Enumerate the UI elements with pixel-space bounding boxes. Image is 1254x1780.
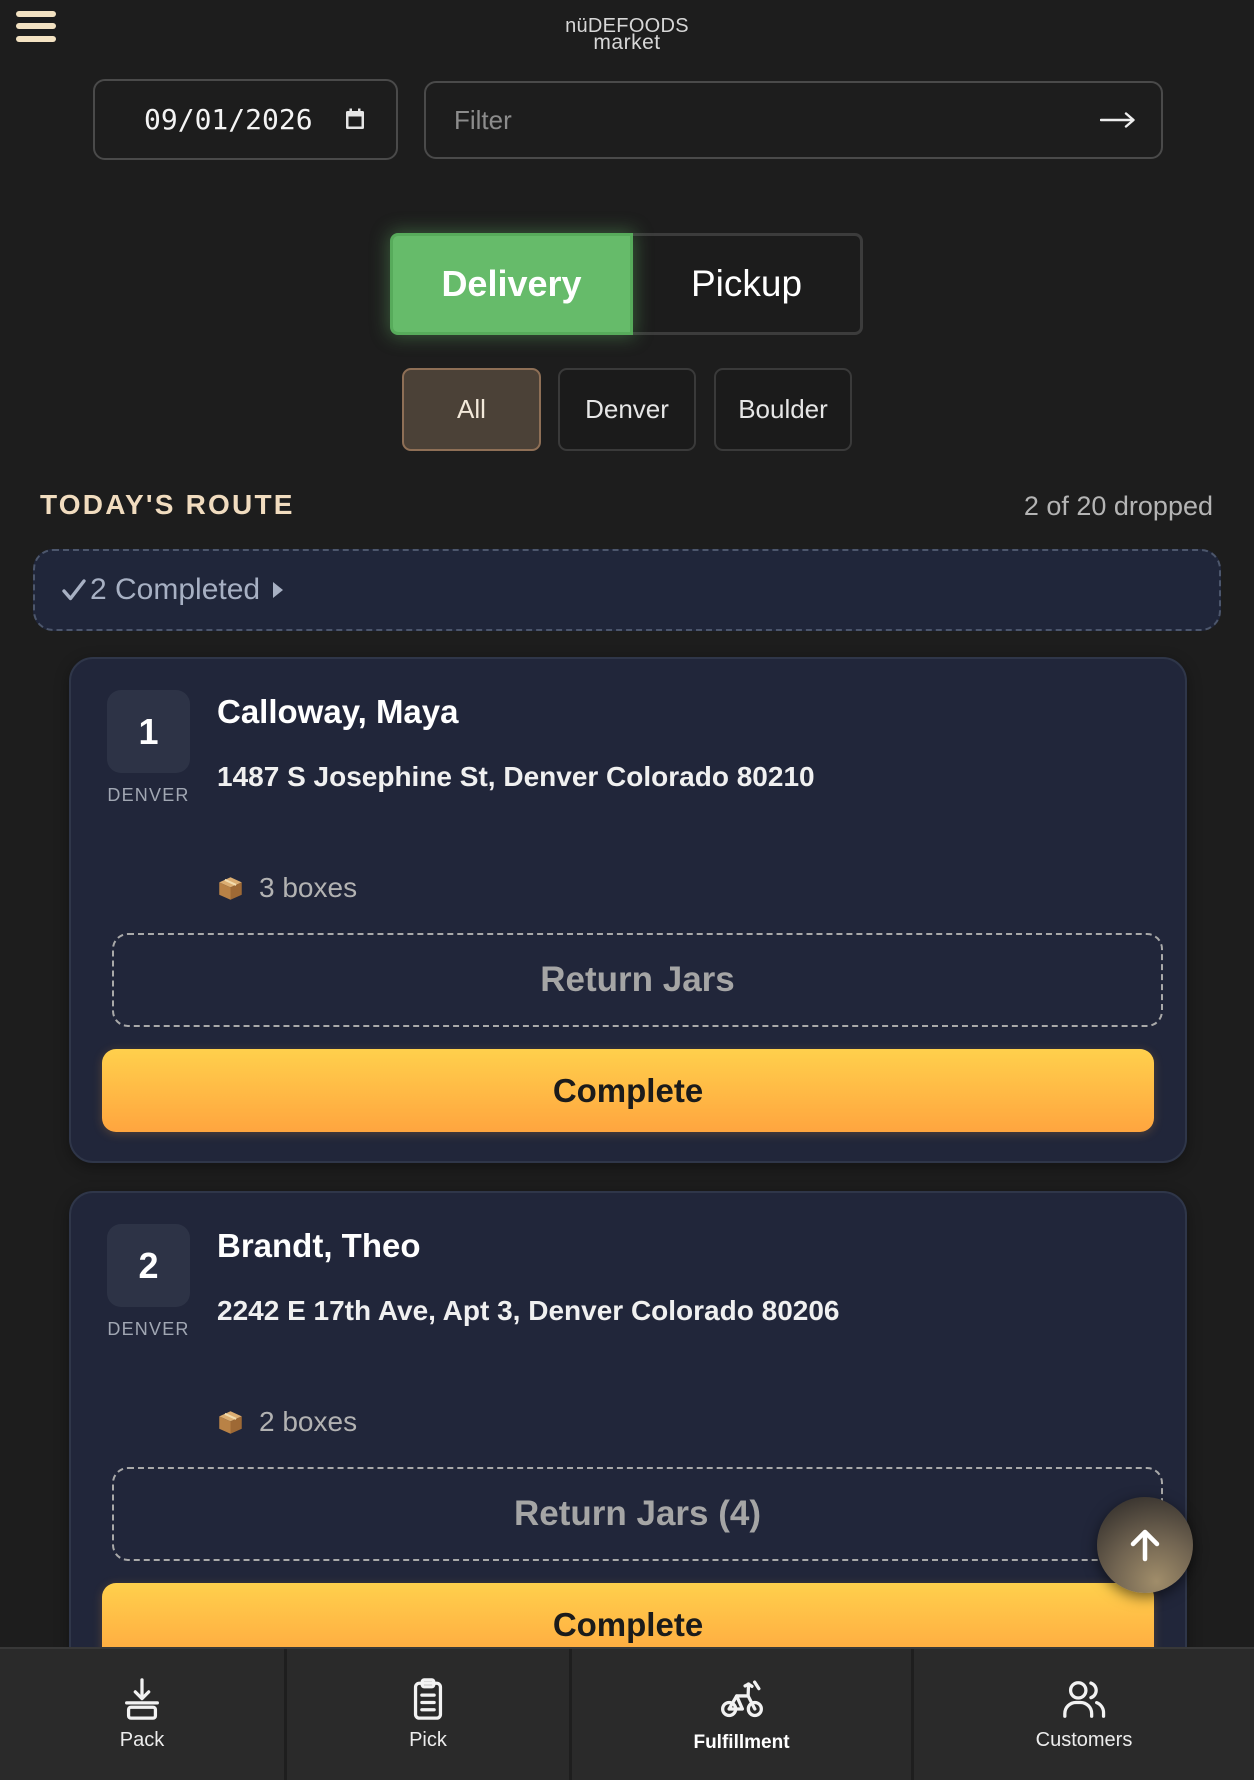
caret-right-icon [273,582,284,598]
calendar-icon [346,108,364,129]
check-icon [62,579,86,601]
filter-field [424,81,1163,159]
mode-toggle: Delivery Pickup [390,233,863,335]
filter-submit-button[interactable] [1098,107,1138,133]
stop-card: 2 DENVER Brandt, Theo 2242 E 17th Ave, A… [69,1191,1187,1697]
calendar-button[interactable] [345,108,365,130]
brand-tagline: market [593,31,661,54]
stop-number: 1 [138,710,159,752]
customer-name: Brandt, Theo [217,1227,421,1264]
date-value: 09/01/2026 [144,103,313,136]
completed-stops-toggle[interactable]: 2 Completed [33,549,1221,631]
brand-logo: nüDEFOODS market [537,16,717,54]
stop-region: DENVER [107,1319,190,1339]
region-chip-boulder[interactable]: Boulder [714,368,852,451]
fulfillment-screen: nüDEFOODS market 09/01/2026 Delivery Pic… [0,0,1254,1780]
menu-button[interactable] [14,9,58,45]
customer-name: Calloway, Maya [217,693,459,730]
nav-item-pack[interactable]: Pack [0,1649,287,1780]
filter-input[interactable] [426,83,1066,157]
nav-label: Pick [409,1729,447,1751]
complete-button[interactable]: Complete [102,1049,1154,1132]
scroll-to-top-button[interactable] [1097,1497,1193,1593]
stop-region: DENVER [107,785,190,805]
pickup-tab[interactable]: Pickup [633,233,863,335]
stop-card: 1 DENVER Calloway, Maya 1487 S Josephine… [69,657,1187,1163]
hamburger-menu-icon [16,11,56,42]
arrow-up-icon [1130,1529,1160,1562]
delivery-tab[interactable]: Delivery [390,233,633,335]
region-chip-denver[interactable]: Denver [558,368,696,451]
nav-item-customers[interactable]: Customers [914,1649,1254,1780]
nav-item-pick[interactable]: Pick [287,1649,572,1780]
stop-number: 2 [138,1244,159,1286]
nav-label: Customers [1035,1729,1133,1751]
clipboard-icon [413,1678,443,1720]
region-chip-all[interactable]: All [402,368,541,451]
delivery-address: 2242 E 17th Ave, Apt 3, Denver Colorado … [217,1295,840,1326]
box-count-label: 3 boxes [259,872,358,903]
box-count: 2 boxes [217,1405,357,1439]
expand-caret [273,581,284,599]
route-title: TODAY'S ROUTE [40,489,295,520]
box-count: 3 boxes [217,871,357,905]
bottom-nav: Pack Pick Fulfillment Customers [0,1647,1254,1780]
bicycle-icon [720,1680,763,1718]
return-jars-button[interactable]: Return Jars (4) [112,1467,1163,1561]
completed-count-label: 2 Completed [90,573,261,606]
route-progress: 2 of 20 dropped [1023,491,1213,521]
return-jars-button[interactable]: Return Jars [112,933,1163,1027]
package-icon [219,1410,242,1434]
date-picker-field[interactable]: 09/01/2026 [93,79,398,160]
arrow-right-icon [1100,112,1135,128]
stop-number-badge: 1 [107,690,190,773]
package-icon [219,876,242,900]
box-count-label: 2 boxes [259,1406,358,1437]
delivery-address: 1487 S Josephine St, Denver Colorado 802… [217,761,815,792]
nav-label: Pack [119,1729,165,1751]
stop-number-badge: 2 [107,1224,190,1307]
download-tray-icon [125,1678,159,1720]
nav-label: Fulfillment [693,1732,790,1753]
users-icon [1063,1681,1106,1718]
nav-item-fulfillment[interactable]: Fulfillment [572,1649,914,1780]
